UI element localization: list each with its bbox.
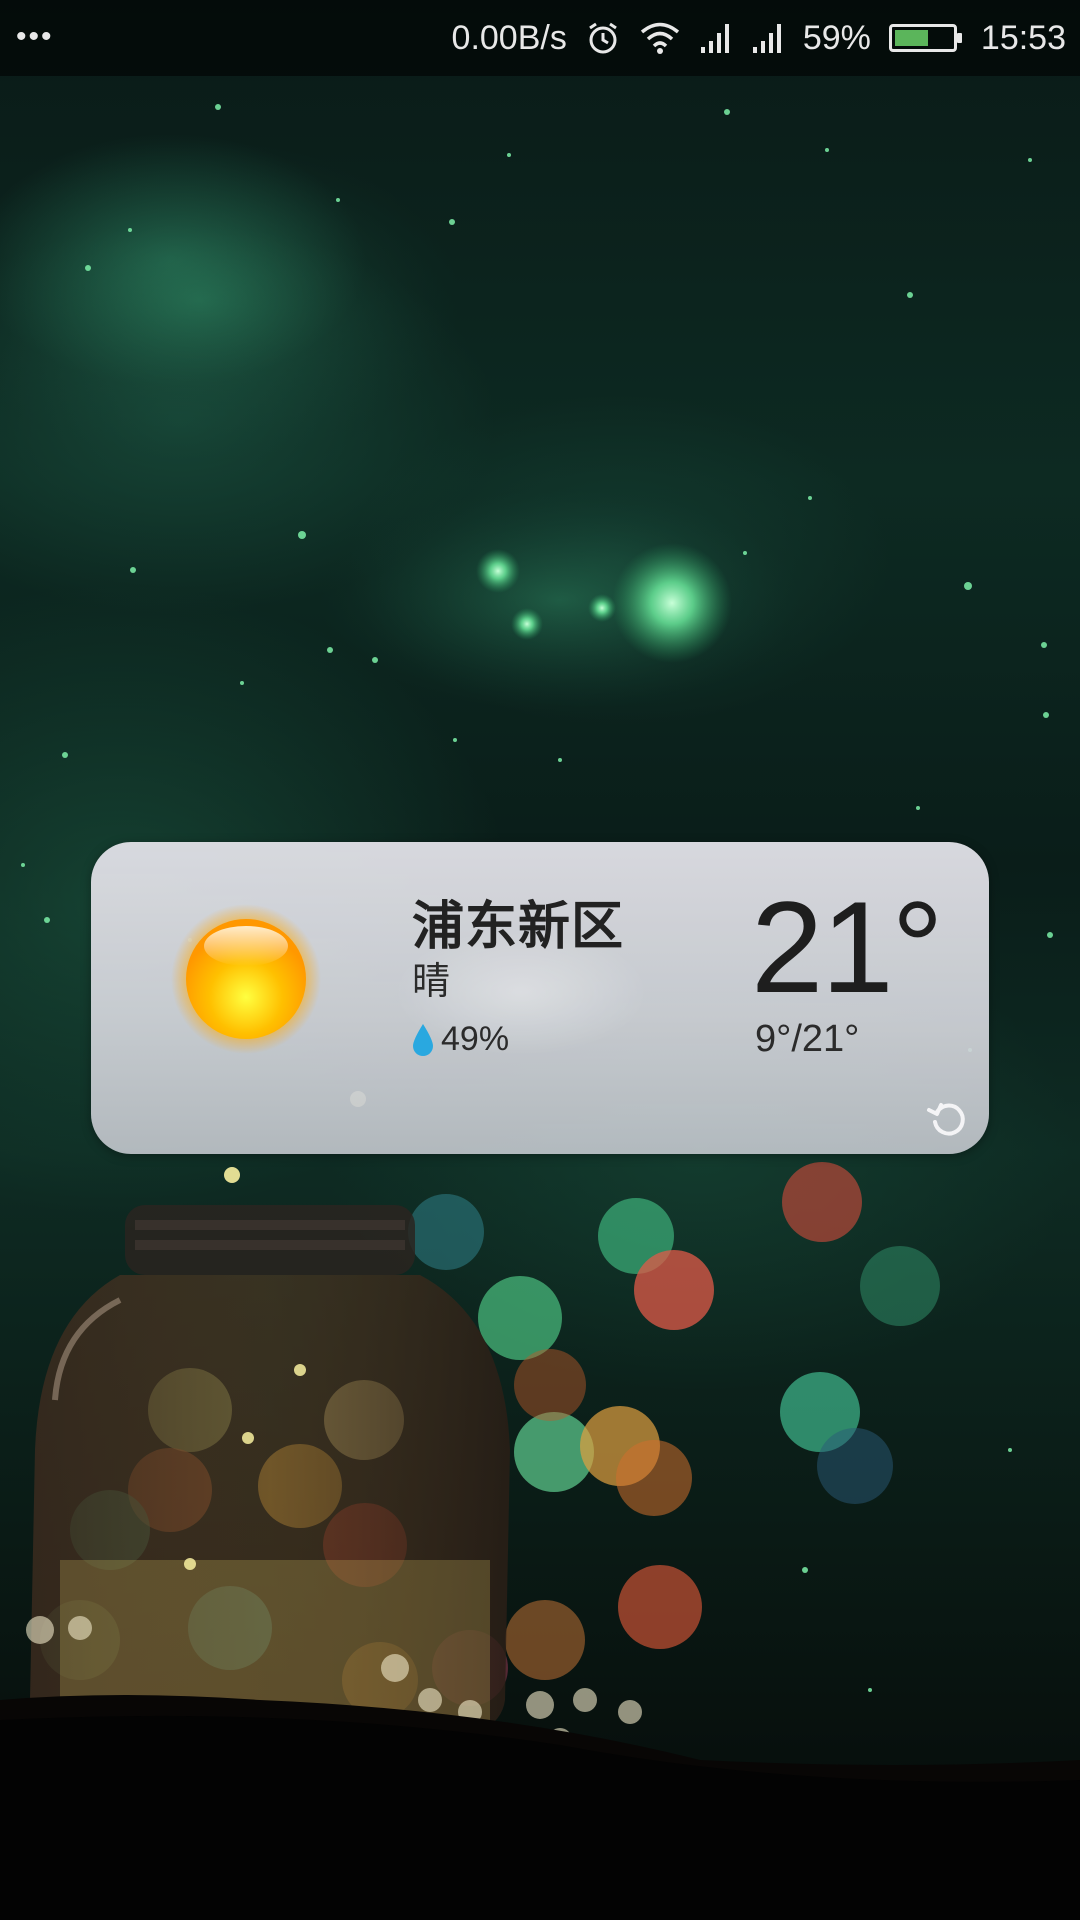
- weather-condition: 晴: [412, 959, 451, 1003]
- refresh-icon[interactable]: [923, 1092, 975, 1144]
- signal-icon: [752, 24, 781, 53]
- network-speed: 0.00B/s: [451, 18, 567, 57]
- sun-icon: [171, 904, 321, 1054]
- battery-icon: [888, 24, 962, 52]
- wifi-icon: [640, 22, 679, 54]
- city-name: 浦东新区: [412, 897, 625, 957]
- more-dots-icon[interactable]: •••: [16, 20, 54, 54]
- home-screen: ••• 0.00B/s 59% 15:53 浦东新区 晴 49% 21° 9°/…: [0, 0, 1080, 1920]
- battery-level-fill: [894, 30, 928, 46]
- status-bar: ••• 0.00B/s 59% 15:53: [0, 0, 1080, 76]
- clock: 15:53: [980, 18, 1066, 57]
- current-temperature: 21°: [751, 874, 944, 1020]
- weather-widget[interactable]: 浦东新区 晴 49% 21° 9°/21°: [91, 842, 989, 1154]
- humidity-value: 49%: [441, 1020, 510, 1058]
- water-drop-icon: [413, 1023, 433, 1056]
- battery-percent: 59%: [802, 18, 871, 57]
- signal-icon: [700, 24, 729, 53]
- temperature-range: 9°/21°: [755, 1018, 860, 1060]
- jar-illustration: [30, 1205, 510, 1745]
- humidity: 49%: [411, 1020, 509, 1059]
- alarm-icon: [589, 22, 617, 54]
